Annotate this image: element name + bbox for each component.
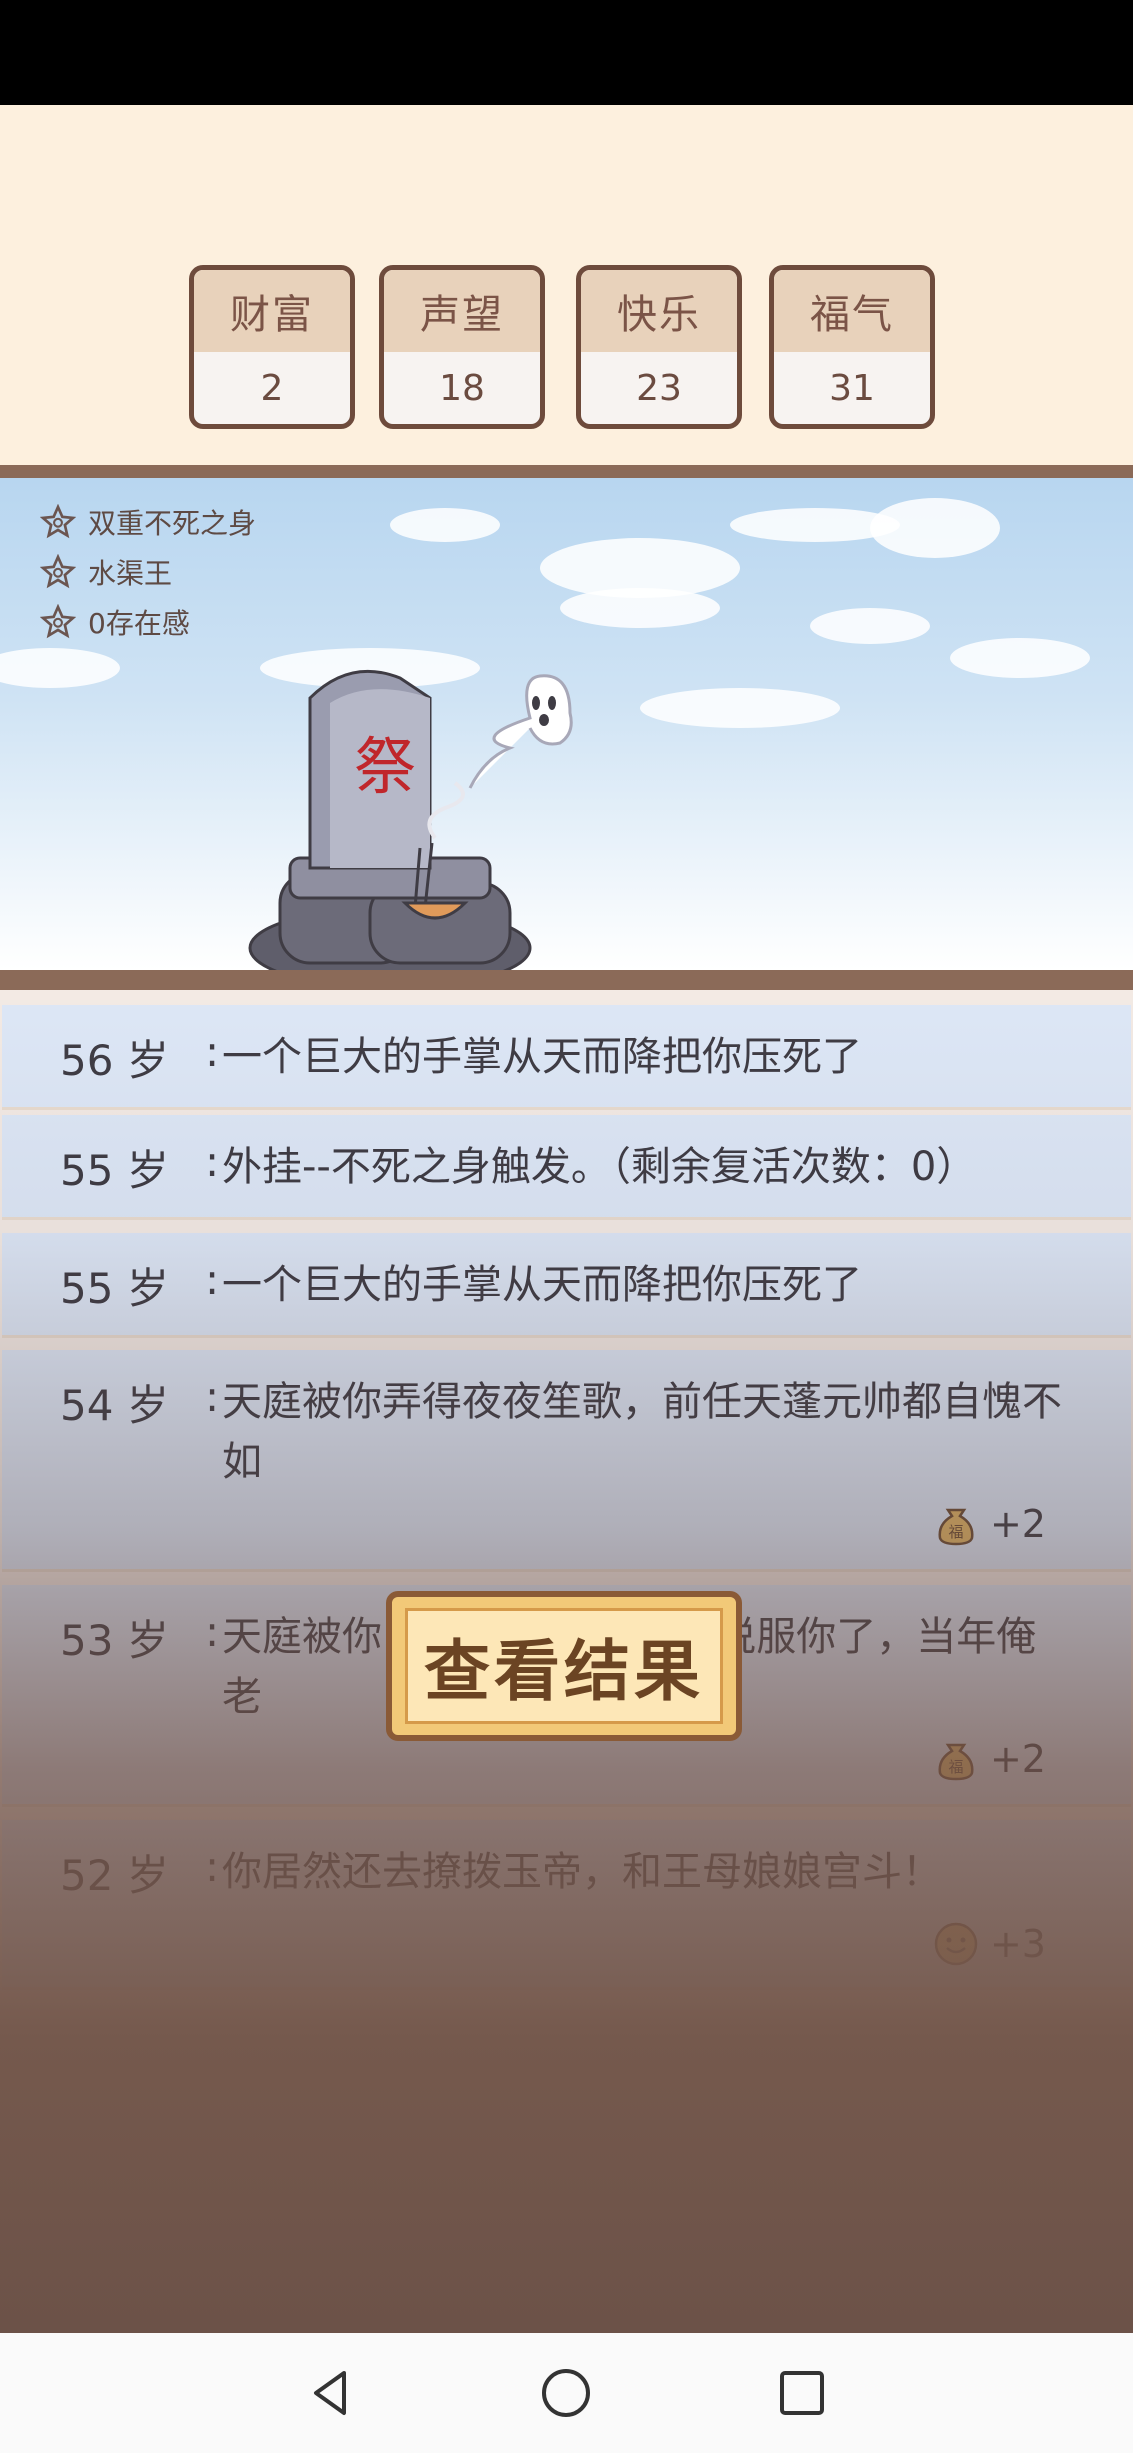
log-event-text: 一个巨大的手掌从天而降把你压死了 bbox=[222, 1262, 862, 1308]
stat-card-fortune: 福气 31 bbox=[769, 265, 935, 429]
log-age: 52 岁 bbox=[60, 1851, 169, 1900]
tombstone-illustration: 祭 bbox=[248, 669, 573, 970]
system-nav-bar bbox=[0, 2333, 1133, 2453]
trait-item: 0存在感 bbox=[40, 602, 190, 642]
stat-label: 快乐 bbox=[581, 270, 737, 352]
trait-label: 0存在感 bbox=[88, 607, 190, 640]
log-reward-value: +2 bbox=[989, 1502, 1046, 1546]
log-age: 55 岁 bbox=[60, 1146, 169, 1195]
log-age: 56 岁 bbox=[60, 1036, 169, 1085]
log-separator: : bbox=[205, 1607, 220, 1656]
stat-value: 2 bbox=[260, 367, 284, 409]
home-icon[interactable] bbox=[536, 2363, 596, 2423]
log-separator: : bbox=[205, 1255, 220, 1304]
stat-label: 财富 bbox=[194, 270, 350, 352]
tombstone-glyph: 祭 bbox=[354, 730, 416, 803]
star-icon bbox=[40, 554, 76, 589]
view-result-button[interactable]: 查看结果 bbox=[386, 1591, 742, 1741]
svg-text:福: 福 bbox=[948, 1758, 963, 1776]
stat-card-reputation: 声望 18 bbox=[379, 265, 545, 429]
log-age: 54 岁 bbox=[60, 1381, 169, 1430]
log-separator: : bbox=[205, 1842, 220, 1891]
grave-scene: 双重不死之身 水渠王 0存在感 祭 bbox=[0, 478, 1133, 970]
status-bar bbox=[0, 0, 1133, 105]
log-event-text: 一个巨大的手掌从天而降把你压死了 bbox=[222, 1034, 862, 1080]
trait-item: 双重不死之身 bbox=[40, 502, 256, 542]
log-entry: 54 岁 : 天庭被你弄得夜夜笙歌，前任天蓬元帅都自愧不如 福 +2 bbox=[2, 1350, 1131, 1572]
stat-label: 福气 bbox=[774, 270, 930, 352]
star-icon bbox=[40, 504, 76, 539]
log-entry: 52 岁 : 你居然还去撩拨玉帝，和王母娘娘宫斗！ +3 bbox=[2, 1820, 1131, 1990]
log-entry: 55 岁 : 外挂--不死之身触发。（剩余复活次数：0） bbox=[2, 1115, 1131, 1220]
log-event-text: 你居然还去撩拨玉帝，和王母娘娘宫斗！ bbox=[222, 1849, 942, 1895]
log-entry: 55 岁 : 一个巨大的手掌从天而降把你压死了 bbox=[2, 1233, 1131, 1338]
smile-icon bbox=[934, 1922, 978, 1966]
trait-label: 双重不死之身 bbox=[88, 507, 257, 540]
log-age: 55 岁 bbox=[60, 1264, 169, 1313]
stat-value: 18 bbox=[439, 367, 485, 409]
log-age: 53 岁 bbox=[60, 1616, 169, 1665]
stat-card-wealth: 财富 2 bbox=[189, 265, 355, 429]
log-reward: 福 +2 bbox=[932, 1500, 1046, 1548]
log-reward-value: +3 bbox=[989, 1922, 1046, 1966]
trait-item: 水渠王 bbox=[40, 552, 172, 592]
back-icon[interactable] bbox=[300, 2363, 360, 2423]
log-reward: 福 +2 bbox=[932, 1735, 1046, 1783]
trait-label: 水渠王 bbox=[88, 557, 173, 590]
stat-value: 31 bbox=[829, 367, 875, 409]
star-icon bbox=[40, 604, 76, 639]
fortune-bag-icon: 福 bbox=[938, 1508, 974, 1546]
svg-text:福: 福 bbox=[948, 1523, 963, 1541]
log-entry: 56 岁 : 一个巨大的手掌从天而降把你压死了 bbox=[2, 1005, 1131, 1110]
log-reward: +3 bbox=[932, 1920, 1046, 1968]
stat-card-happiness: 快乐 23 bbox=[576, 265, 742, 429]
view-result-label: 查看结果 bbox=[405, 1608, 723, 1724]
stats-panel: 财富 2 声望 18 快乐 23 福气 31 bbox=[0, 105, 1133, 465]
log-event-text: 天庭被你弄得夜夜笙歌，前任天蓬元帅都自愧不如 bbox=[222, 1379, 1062, 1485]
log-reward-value: +2 bbox=[989, 1737, 1046, 1781]
log-event-text: 外挂--不死之身触发。（剩余复活次数：0） bbox=[222, 1144, 977, 1190]
log-separator: : bbox=[205, 1137, 220, 1186]
log-separator: : bbox=[205, 1027, 220, 1076]
stat-value: 23 bbox=[636, 367, 682, 409]
recents-icon[interactable] bbox=[772, 2363, 832, 2423]
fortune-bag-icon: 福 bbox=[938, 1743, 974, 1781]
bottom-divider bbox=[0, 970, 1133, 990]
top-divider bbox=[0, 465, 1133, 478]
stat-label: 声望 bbox=[384, 270, 540, 352]
log-separator: : bbox=[205, 1372, 220, 1421]
